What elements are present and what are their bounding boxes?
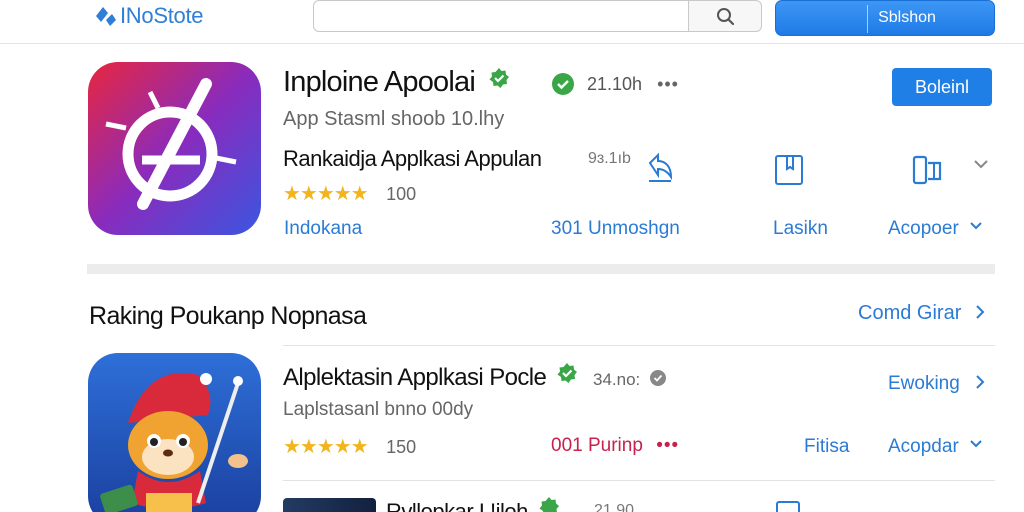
section-title: Raking Poukanp Nopnasa xyxy=(89,302,367,330)
list-app-2-thumbnail[interactable] xyxy=(283,498,376,512)
list-app-2-title[interactable]: Rvllopkar I !iloh xyxy=(386,496,560,512)
featured-app-title[interactable]: Inploine Apoolai xyxy=(283,66,510,99)
diamond-logo-icon xyxy=(96,7,116,26)
featured-app-icon[interactable] xyxy=(88,62,261,235)
verified-badge-icon xyxy=(539,497,559,512)
developer-link[interactable]: Indokana xyxy=(284,218,362,240)
see-all-label: Comd Girar xyxy=(858,302,962,324)
action-link-2-label: Acopoer xyxy=(888,218,959,239)
list-app-rating: ★★★★★ 150 xyxy=(283,434,416,459)
chevron-down-icon xyxy=(970,440,982,448)
more-options-icon: ••• xyxy=(656,435,680,456)
section-divider xyxy=(87,264,995,274)
chevron-down-icon[interactable] xyxy=(972,156,990,172)
info-icon[interactable] xyxy=(649,369,667,387)
list-app-link-2[interactable]: Acopdar xyxy=(888,436,984,458)
install-button[interactable]: Boleinl xyxy=(892,68,992,106)
rating-count: 100 xyxy=(386,184,417,204)
list-app-subtitle: Laplstasanl bnno 00dy xyxy=(283,399,474,420)
store-name: INoStote xyxy=(120,3,204,28)
rating-count: 150 xyxy=(386,437,417,457)
search-icon xyxy=(717,8,735,26)
list-app-2-meta: 21.90 xyxy=(594,502,635,512)
row-divider xyxy=(283,345,995,346)
price-link[interactable]: 001 Purinp ••• xyxy=(551,435,679,457)
list-app-2-title-text: Rvllopkar I !iloh xyxy=(386,499,528,512)
bookmark-icon[interactable] xyxy=(773,500,803,512)
featured-app-category: Rankaidja Applkasi Appulan xyxy=(283,146,542,171)
verified-badge-icon xyxy=(557,363,578,383)
chevron-right-icon xyxy=(976,305,985,319)
list-app-top-link-label: Ewoking xyxy=(888,373,960,394)
header-primary-button-label: Sblshon xyxy=(878,9,936,26)
featured-app-subtitle: App Stasml shoob 10.lhy xyxy=(283,108,505,130)
row-divider xyxy=(283,480,995,481)
store-logo[interactable]: INoStote xyxy=(92,3,204,28)
list-app-title-text: Alplektasin Applkasi Pocle xyxy=(283,364,547,391)
featured-app-rating: ★★★★★ 100 xyxy=(283,181,416,206)
action-link-1[interactable]: Lasikn xyxy=(773,218,828,240)
stat-link[interactable]: 301 Unmoshgn xyxy=(551,218,680,240)
search-button[interactable] xyxy=(688,0,762,32)
list-app-top-link[interactable]: Ewoking xyxy=(888,373,987,395)
featured-app-title-text: Inploine Apoolai xyxy=(283,66,476,98)
list-app-meta-text: 34.no: xyxy=(593,370,641,389)
featured-app-size: 9ɜ.1ıb xyxy=(588,150,631,167)
bookmark-icon[interactable] xyxy=(773,153,805,189)
chevron-right-icon xyxy=(976,375,985,389)
featured-app-meta-text: 21.10h xyxy=(587,74,643,94)
list-app-link-2-label: Acopdar xyxy=(888,436,959,457)
price-label: 001 Purinp xyxy=(551,435,643,456)
more-options-icon[interactable]: ••• xyxy=(657,74,679,94)
header-primary-button[interactable]: Sblshon xyxy=(775,0,995,36)
chevron-down-icon xyxy=(970,222,982,230)
featured-app-artwork xyxy=(88,62,261,235)
search-input[interactable] xyxy=(313,0,689,32)
fox-mascot-artwork xyxy=(88,353,261,512)
rating-stars: ★★★★★ xyxy=(283,436,369,458)
button-separator xyxy=(867,5,868,33)
see-all-link[interactable]: Comd Girar xyxy=(858,302,987,325)
verified-circle-icon xyxy=(552,73,574,95)
device-icon[interactable] xyxy=(912,153,944,189)
action-link-2[interactable]: Acopoer xyxy=(888,218,984,240)
list-app-link-1[interactable]: Fitisa xyxy=(804,436,849,458)
list-app-icon[interactable] xyxy=(88,353,261,512)
list-app-meta: 34.no: xyxy=(593,369,667,390)
list-app-title[interactable]: Alplektasin Applkasi Pocle xyxy=(283,362,578,392)
verified-badge-icon xyxy=(489,68,510,88)
featured-app-meta: 21.10h ••• xyxy=(587,74,679,95)
share-icon[interactable] xyxy=(644,151,676,187)
rating-stars: ★★★★★ xyxy=(283,183,369,205)
